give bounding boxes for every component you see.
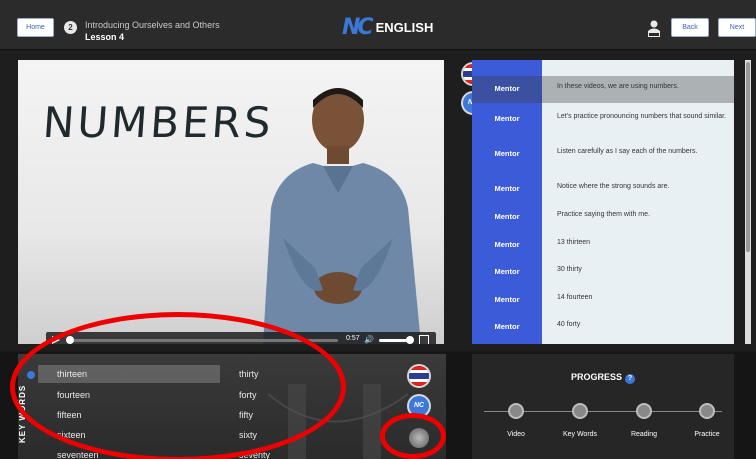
volume-slider[interactable] — [379, 339, 409, 342]
back-button[interactable]: Back — [671, 18, 709, 37]
lesson-main-area: NUMBERS 0:57 🔊 NC Mentor In these — [0, 50, 756, 350]
progress-panel: PROGRESS? Video Key Words Reading Practi… — [472, 354, 734, 459]
nc-english-logo: NC ENGLISH — [342, 14, 434, 40]
transcript-text: 40 forty — [557, 321, 581, 328]
red-annotation-oval — [380, 413, 446, 459]
speaker-label: Mentor — [494, 212, 520, 221]
lesson-title: Introducing Ourselves and Others — [85, 20, 220, 30]
transcript-row[interactable]: Mentor 30 thirty — [472, 265, 734, 276]
speaker-label: Mentor — [494, 184, 520, 193]
video-time: 0:57 — [346, 335, 360, 342]
red-annotation-oval — [10, 312, 346, 459]
progress-step-reading[interactable] — [636, 403, 652, 419]
transcript-scroll-thumb[interactable] — [746, 62, 750, 252]
transcript-row[interactable]: Mentor Practice saying them with me. — [472, 210, 734, 221]
video-slide-word: NUMBERS — [41, 98, 276, 147]
top-bar: Home 2 Introducing Ourselves and Others … — [0, 0, 756, 50]
lesson-number-badge: 2 — [64, 21, 77, 34]
progress-label-reading: Reading — [630, 431, 658, 438]
progress-label-video: Video — [507, 431, 525, 438]
transcript-text: Let's practice pronouncing numbers that … — [557, 113, 727, 120]
progress-step-video[interactable] — [508, 403, 524, 419]
video-player[interactable]: NUMBERS 0:57 🔊 — [18, 60, 444, 344]
volume-icon[interactable]: 🔊 — [364, 335, 374, 344]
volume-handle[interactable] — [406, 336, 414, 344]
speaker-label: Mentor — [494, 84, 520, 93]
transcript-row[interactable]: Mentor 40 forty — [472, 320, 734, 331]
speaker-label: Mentor — [494, 267, 520, 276]
transcript-text: 13 thirteen — [557, 239, 591, 246]
progress-label-key-words: Key Words — [562, 431, 598, 438]
speaker-label: Mentor — [494, 322, 520, 331]
progress-step-practice[interactable] — [699, 403, 715, 419]
home-button[interactable]: Home — [17, 18, 54, 37]
next-button[interactable]: Next — [718, 18, 756, 37]
progress-title: PROGRESS? — [472, 372, 734, 384]
lesson-subtitle: Lesson 4 — [85, 32, 125, 42]
logo-mark: NC — [342, 14, 374, 40]
speaker-label: Mentor — [494, 149, 520, 158]
help-icon[interactable]: ? — [625, 374, 635, 384]
transcript-row[interactable]: Mentor 13 thirteen — [472, 238, 734, 249]
progress-label-practice: Practice — [694, 431, 720, 438]
fullscreen-icon[interactable] — [419, 335, 429, 344]
speaker-label: Mentor — [494, 240, 520, 249]
transcript-panel: Mentor In these videos, we are using num… — [472, 60, 734, 344]
logo-text: ENGLISH — [375, 19, 434, 35]
transcript-text: In these videos, we are using numbers. — [557, 83, 679, 90]
transcript-text: Practice saying them with me. — [557, 211, 650, 218]
user-profile-icon[interactable] — [646, 19, 662, 38]
progress-title-text: PROGRESS — [570, 372, 622, 382]
progress-step-key-words[interactable] — [572, 403, 588, 419]
transcript-text: Listen carefully as I say each of the nu… — [557, 148, 698, 155]
transcript-text: 30 thirty — [557, 266, 582, 273]
transcript-text: Notice where the strong sounds are. — [557, 183, 670, 190]
transcript-row[interactable]: Mentor 14 fourteen — [472, 293, 734, 304]
speaker-label: Mentor — [494, 114, 520, 123]
transcript-row[interactable]: Mentor Let's practice pronouncing number… — [472, 112, 734, 123]
transcript-row[interactable]: Mentor Listen carefully as I say each of… — [472, 147, 734, 158]
transcript-text: 14 fourteen — [557, 294, 593, 301]
presenter-image — [263, 88, 421, 344]
transcript-row[interactable]: Mentor In these videos, we are using num… — [472, 76, 734, 103]
thai-translation-flag-icon[interactable] — [409, 366, 429, 386]
speaker-label: Mentor — [494, 295, 520, 304]
transcript-scrollbar[interactable] — [745, 60, 751, 344]
transcript-row[interactable]: Mentor Notice where the strong sounds ar… — [472, 182, 734, 193]
